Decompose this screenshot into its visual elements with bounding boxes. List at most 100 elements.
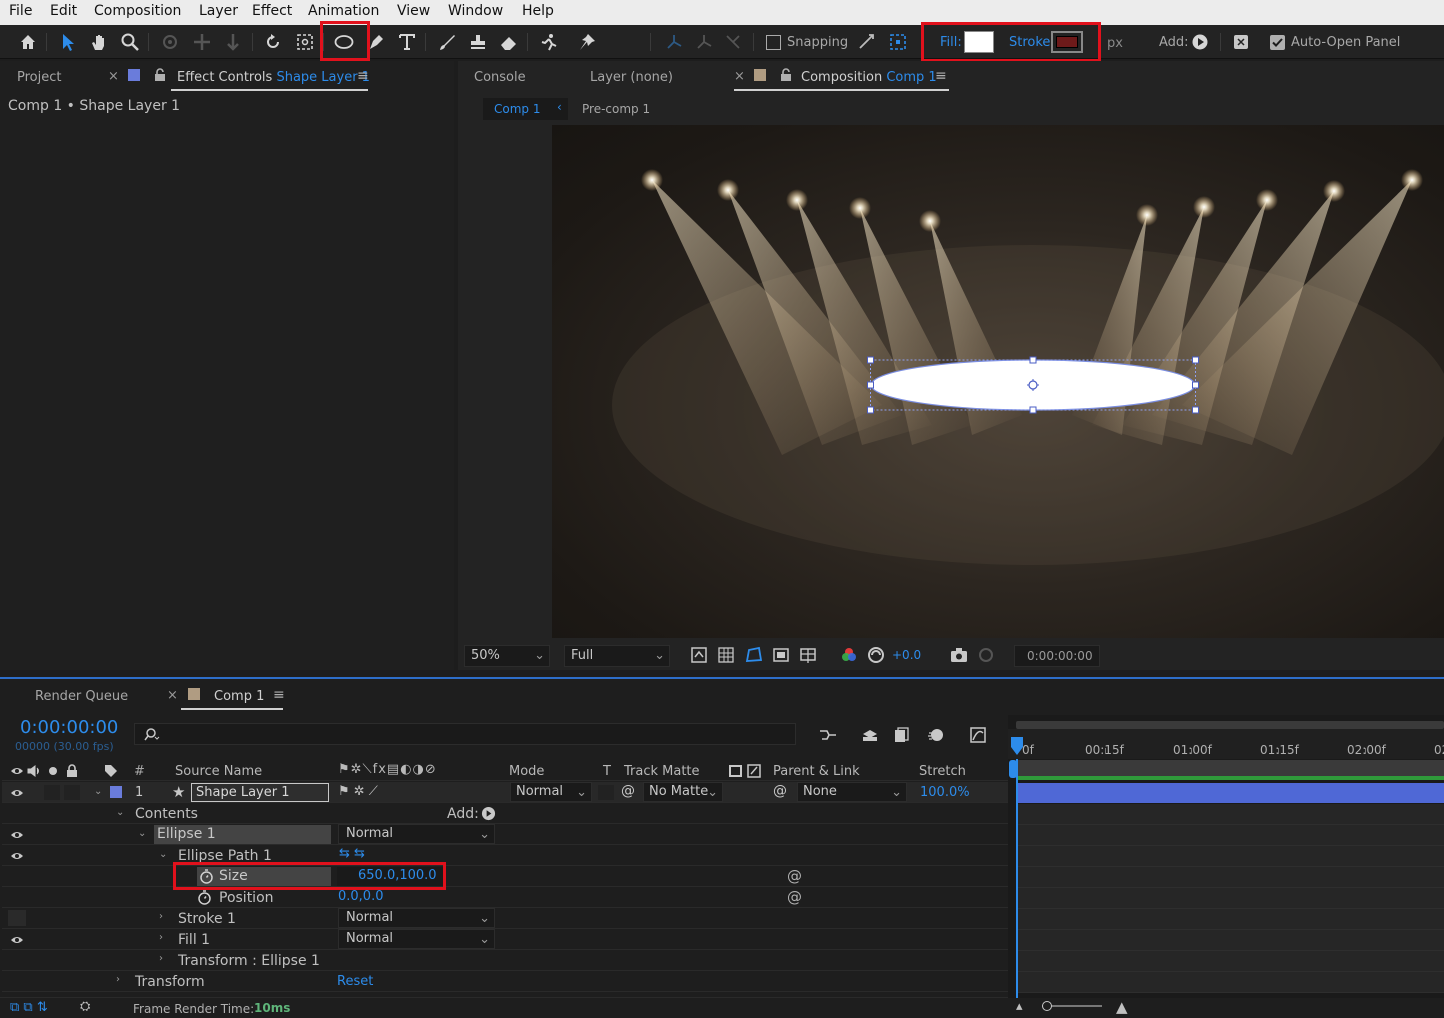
chevron-down-icon[interactable]: ⌄	[138, 828, 146, 839]
audio-switch[interactable]	[44, 785, 60, 800]
stroke-blend-mode-dropdown[interactable]: Normal ⌄	[338, 908, 495, 928]
solo-icon[interactable]	[49, 767, 57, 775]
clone-stamp-tool-icon[interactable]	[466, 30, 490, 54]
rotate-tool-icon[interactable]	[261, 30, 285, 54]
time-graph[interactable]: 0f 00:15f 01:00f 01:15f 02:00f 02	[1008, 715, 1444, 998]
transform-row[interactable]: › Transform Reset	[2, 971, 1008, 992]
reset-exposure-icon[interactable]	[864, 643, 888, 667]
ellipse-path-row[interactable]: ⌄ Ellipse Path 1 ⇆ ⇆	[2, 845, 1008, 866]
viewer-timecode[interactable]: 0:00:00:00	[1014, 645, 1100, 667]
chevron-down-icon[interactable]: ⌄	[116, 807, 124, 818]
size-property-row[interactable]: Size 650.0,100.0 @	[2, 866, 1008, 887]
reset-link[interactable]: Reset	[337, 974, 373, 989]
hand-tool-icon[interactable]	[87, 30, 111, 54]
layer-mode-dropdown[interactable]: Normal ⌄	[510, 782, 592, 802]
zoom-out-icon[interactable]: ▴	[1016, 999, 1023, 1014]
current-time[interactable]: 0:00:00:00	[20, 717, 118, 738]
auto-open-checkbox[interactable]	[1270, 35, 1285, 50]
col-track-matte[interactable]: Track Matte	[624, 764, 700, 779]
zoom-dropdown[interactable]: 50% ⌄	[464, 645, 550, 667]
lock-icon[interactable]	[780, 68, 792, 82]
composition-canvas[interactable]	[552, 125, 1444, 638]
tab-composition[interactable]: Composition Comp 1	[801, 70, 937, 85]
pen-tool-icon[interactable]	[364, 30, 388, 54]
size-value-field[interactable]: 650.0,100.0	[337, 867, 443, 886]
draft-3d-icon[interactable]	[858, 723, 882, 747]
menu-window[interactable]: Window	[448, 3, 503, 19]
col-parent-link[interactable]: Parent & Link	[773, 764, 860, 779]
home-icon[interactable]	[16, 30, 40, 54]
eye-icon[interactable]	[10, 851, 24, 861]
puppet-pin-tool-icon[interactable]	[575, 30, 599, 54]
layer-name-field[interactable]: Shape Layer 1	[191, 783, 329, 802]
eye-icon[interactable]	[10, 788, 24, 798]
path-direction-icons[interactable]: ⇆ ⇆	[339, 846, 365, 861]
parent-pickwhip-icon[interactable]: @	[773, 783, 787, 799]
parent-dropdown[interactable]: None ⌄	[797, 782, 907, 802]
tab-comp1[interactable]: Comp 1	[214, 689, 264, 704]
audio-speaker-icon[interactable]	[27, 765, 41, 777]
anchor-point-tool-icon[interactable]	[293, 30, 317, 54]
eye-icon[interactable]	[10, 830, 24, 840]
eraser-tool-icon[interactable]	[497, 30, 521, 54]
nav-precomp[interactable]: Pre-comp 1	[582, 102, 650, 116]
col-mode[interactable]: Mode	[509, 764, 544, 779]
layer-duration-bar[interactable]	[1016, 783, 1444, 803]
menu-file[interactable]: File	[9, 3, 32, 19]
tab-effect-controls[interactable]: Effect Controls Shape Layer 1	[177, 70, 370, 85]
fill-blend-mode-dropdown[interactable]: Normal ⌄	[338, 929, 495, 949]
playhead-line[interactable]	[1016, 759, 1018, 998]
color-channels-icon[interactable]	[837, 643, 861, 667]
type-tool-icon[interactable]	[395, 30, 419, 54]
close-tab-icon[interactable]: ×	[108, 69, 119, 84]
eye-icon[interactable]	[10, 935, 24, 945]
menu-help[interactable]: Help	[522, 3, 554, 19]
tab-project[interactable]: Project	[17, 70, 61, 85]
brush-tool-icon[interactable]	[435, 30, 459, 54]
work-area-start[interactable]	[1009, 760, 1017, 778]
position-property-row[interactable]: Position 0.0,0.0 @	[2, 887, 1008, 908]
chevron-right-icon[interactable]: ›	[116, 974, 120, 985]
layer-switches[interactable]: ⚑ ✲ ⟋	[338, 784, 378, 799]
position-value[interactable]: 0.0,0.0	[338, 889, 383, 904]
snap-edges-icon[interactable]	[855, 30, 879, 54]
video-eye-icon[interactable]	[10, 766, 24, 776]
label-tag-icon[interactable]	[104, 764, 118, 778]
region-of-interest-icon[interactable]	[687, 643, 711, 667]
tab-console[interactable]: Console	[474, 70, 526, 85]
snapshot-camera-icon[interactable]	[947, 643, 971, 667]
work-area-bar[interactable]	[1016, 721, 1444, 729]
lock-icon[interactable]	[66, 764, 78, 777]
stretch-value[interactable]: 100.0%	[920, 785, 970, 800]
footer-render-icon[interactable]: ⛭	[80, 999, 90, 1014]
frame-blending-icon[interactable]	[890, 723, 914, 747]
zoom-in-icon[interactable]: ▲	[1116, 998, 1128, 1016]
menu-animation[interactable]: Animation	[308, 3, 379, 19]
timeline-search-input[interactable]	[134, 723, 796, 745]
panel-menu-icon[interactable]: ≡	[935, 68, 947, 84]
track-matte-dropdown[interactable]: No Matte ⌄	[643, 782, 723, 802]
chevron-down-icon[interactable]: ⌄	[159, 849, 167, 860]
close-tab-icon[interactable]: ×	[734, 69, 745, 84]
add-play-icon[interactable]	[481, 806, 496, 821]
motion-blur-icon[interactable]	[924, 723, 948, 747]
expression-pickwhip-icon[interactable]: @	[787, 888, 802, 906]
panel-menu-icon[interactable]: ≡	[273, 687, 285, 703]
menu-effect[interactable]: Effect	[252, 3, 292, 19]
roto-brush-tool-icon[interactable]	[537, 30, 561, 54]
close-tab-icon[interactable]: ×	[167, 688, 178, 703]
exposure-value[interactable]: +0.0	[892, 648, 921, 662]
stopwatch-icon[interactable]	[199, 869, 214, 884]
zoom-slider-knob[interactable]	[1042, 1001, 1052, 1011]
safe-margins-icon[interactable]	[769, 643, 793, 667]
stroke-group-row[interactable]: › Stroke 1 Normal ⌄	[2, 908, 1008, 929]
playhead-handle[interactable]	[1009, 735, 1025, 757]
time-ruler[interactable]: 0f 00:15f 01:00f 01:15f 02:00f 02	[1008, 729, 1444, 759]
menu-layer[interactable]: Layer	[199, 3, 238, 19]
add-play-icon[interactable]	[1188, 30, 1212, 54]
lock-icon[interactable]	[154, 68, 166, 82]
show-snapshot-icon[interactable]	[974, 643, 998, 667]
footer-toggle-icons[interactable]: ⧉ ⧉ ⇅	[10, 1000, 48, 1015]
layer-label-color[interactable]	[110, 786, 122, 798]
graph-editor-icon[interactable]	[966, 723, 990, 747]
